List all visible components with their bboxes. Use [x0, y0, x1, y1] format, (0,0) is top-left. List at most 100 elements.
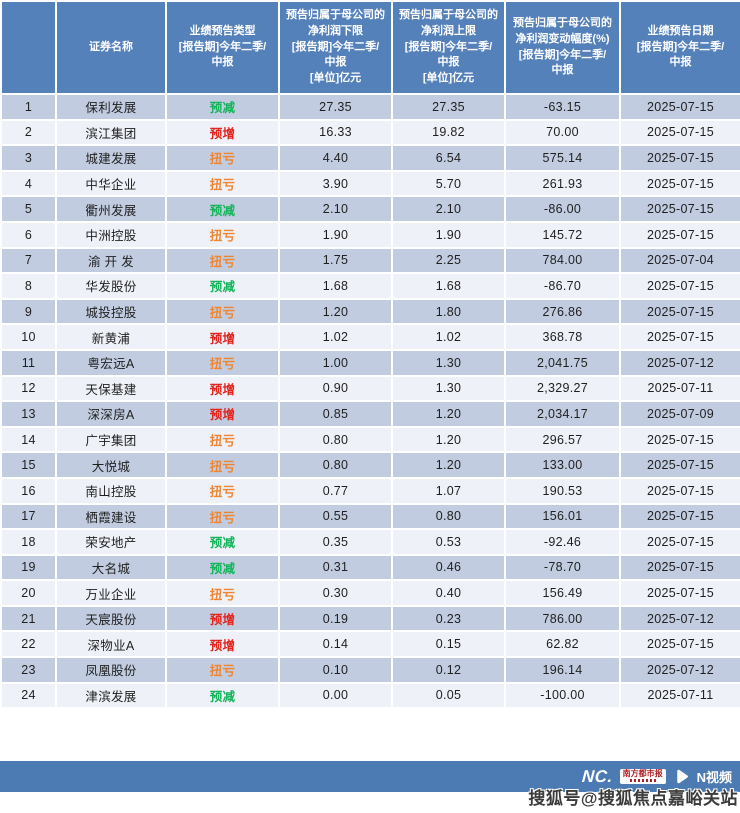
profit-lower-limit: 0.30: [279, 580, 392, 606]
forecast-date: 2025-07-15: [620, 145, 740, 171]
profit-lower-limit: 0.80: [279, 427, 392, 453]
forecast-type: 扭亏: [166, 299, 279, 325]
table-row: 2滨江集团预增16.3319.8270.002025-07-15: [1, 120, 740, 146]
profit-upper-limit: 19.82: [392, 120, 505, 146]
profit-upper-limit: 0.46: [392, 555, 505, 581]
profit-upper-limit: 5.70: [392, 171, 505, 197]
forecast-date: 2025-07-15: [620, 478, 740, 504]
profit-lower-limit: 0.19: [279, 606, 392, 632]
table-body: 1保利发展预减27.3527.35-63.152025-07-152滨江集团预增…: [1, 94, 740, 708]
profit-lower-limit: 0.35: [279, 529, 392, 555]
header-profit-change-percent: 预告归属于母公司的 净利润变动幅度(%) [报告期]今年二季/ 中报: [505, 1, 620, 94]
row-index: 4: [1, 171, 56, 197]
profit-lower-limit: 0.85: [279, 401, 392, 427]
profit-lower-limit: 1.02: [279, 324, 392, 350]
forecast-date: 2025-07-15: [620, 324, 740, 350]
stock-name: 天宸股份: [56, 606, 166, 632]
profit-change-percent: -92.46: [505, 529, 620, 555]
forecast-date: 2025-07-15: [620, 94, 740, 120]
row-index: 22: [1, 631, 56, 657]
profit-change-percent: 276.86: [505, 299, 620, 325]
stock-name: 保利发展: [56, 94, 166, 120]
profit-upper-limit: 1.30: [392, 376, 505, 402]
forecast-date: 2025-07-15: [620, 171, 740, 197]
stock-name: 天保基建: [56, 376, 166, 402]
stock-name: 衢州发展: [56, 196, 166, 222]
profit-upper-limit: 1.30: [392, 350, 505, 376]
row-index: 20: [1, 580, 56, 606]
table-row: 6中洲控股扭亏1.901.90145.722025-07-15: [1, 222, 740, 248]
profit-lower-limit: 0.00: [279, 683, 392, 709]
forecast-date: 2025-07-09: [620, 401, 740, 427]
profit-upper-limit: 1.80: [392, 299, 505, 325]
table-row: 18荣安地产预减0.350.53-92.462025-07-15: [1, 529, 740, 555]
forecast-type: 预增: [166, 120, 279, 146]
profit-upper-limit: 1.20: [392, 427, 505, 453]
row-index: 14: [1, 427, 56, 453]
profit-upper-limit: 0.40: [392, 580, 505, 606]
profit-upper-limit: 0.15: [392, 631, 505, 657]
profit-lower-limit: 0.80: [279, 452, 392, 478]
row-index: 5: [1, 196, 56, 222]
profit-change-percent: 2,041.75: [505, 350, 620, 376]
profit-upper-limit: 1.02: [392, 324, 505, 350]
forecast-type: 预增: [166, 606, 279, 632]
profit-change-percent: 368.78: [505, 324, 620, 350]
row-index: 16: [1, 478, 56, 504]
profit-change-percent: 196.14: [505, 657, 620, 683]
table-row: 7渝 开 发扭亏1.752.25784.002025-07-04: [1, 248, 740, 274]
forecast-type: 预减: [166, 683, 279, 709]
n-video-play-icon: [673, 768, 690, 785]
southern-metropolis-daily-badge: 南方都市报: [620, 769, 666, 784]
stock-name: 万业企业: [56, 580, 166, 606]
paper-name-label: 南方都市报: [623, 770, 663, 778]
stock-name: 凤凰股份: [56, 657, 166, 683]
stock-name: 津滨发展: [56, 683, 166, 709]
profit-change-percent: 190.53: [505, 478, 620, 504]
profit-lower-limit: 1.75: [279, 248, 392, 274]
forecast-type: 扭亏: [166, 478, 279, 504]
table-row: 20万业企业扭亏0.300.40156.492025-07-15: [1, 580, 740, 606]
profit-upper-limit: 1.07: [392, 478, 505, 504]
table-row: 24津滨发展预减0.000.05-100.002025-07-11: [1, 683, 740, 709]
stock-name: 大名城: [56, 555, 166, 581]
table-row: 4中华企业扭亏3.905.70261.932025-07-15: [1, 171, 740, 197]
profit-change-percent: 145.72: [505, 222, 620, 248]
profit-lower-limit: 1.20: [279, 299, 392, 325]
profit-upper-limit: 0.53: [392, 529, 505, 555]
table-row: 19大名城预减0.310.46-78.702025-07-15: [1, 555, 740, 581]
header-profit-upper-limit: 预告归属于母公司的 净利润上限 [报告期]今年二季/ 中报 [单位]亿元: [392, 1, 505, 94]
profit-lower-limit: 1.68: [279, 273, 392, 299]
stock-name: 深深房A: [56, 401, 166, 427]
profit-upper-limit: 2.10: [392, 196, 505, 222]
table-row: 15大悦城扭亏0.801.20133.002025-07-15: [1, 452, 740, 478]
profit-lower-limit: 4.40: [279, 145, 392, 171]
row-index: 15: [1, 452, 56, 478]
forecast-date: 2025-07-15: [620, 555, 740, 581]
profit-upper-limit: 27.35: [392, 94, 505, 120]
row-index: 13: [1, 401, 56, 427]
forecast-type: 预增: [166, 631, 279, 657]
row-index: 3: [1, 145, 56, 171]
profit-lower-limit: 27.35: [279, 94, 392, 120]
stock-name: 广宇集团: [56, 427, 166, 453]
profit-upper-limit: 1.20: [392, 401, 505, 427]
profit-lower-limit: 0.90: [279, 376, 392, 402]
table-row: 1保利发展预减27.3527.35-63.152025-07-15: [1, 94, 740, 120]
profit-upper-limit: 1.68: [392, 273, 505, 299]
forecast-type: 扭亏: [166, 657, 279, 683]
earnings-forecast-table: 证券名称 业绩预告类型 [报告期]今年二季/ 中报 预告归属于母公司的 净利润下…: [0, 0, 740, 709]
profit-lower-limit: 0.14: [279, 631, 392, 657]
sohu-watermark: 搜狐号@搜狐焦点嘉峪关站: [528, 784, 738, 809]
profit-lower-limit: 1.00: [279, 350, 392, 376]
row-index: 2: [1, 120, 56, 146]
profit-change-percent: 70.00: [505, 120, 620, 146]
forecast-type: 扭亏: [166, 452, 279, 478]
forecast-type: 扭亏: [166, 222, 279, 248]
profit-change-percent: 296.57: [505, 427, 620, 453]
row-index: 9: [1, 299, 56, 325]
forecast-type: 扭亏: [166, 248, 279, 274]
stock-name: 渝 开 发: [56, 248, 166, 274]
forecast-date: 2025-07-15: [620, 504, 740, 530]
profit-lower-limit: 0.10: [279, 657, 392, 683]
